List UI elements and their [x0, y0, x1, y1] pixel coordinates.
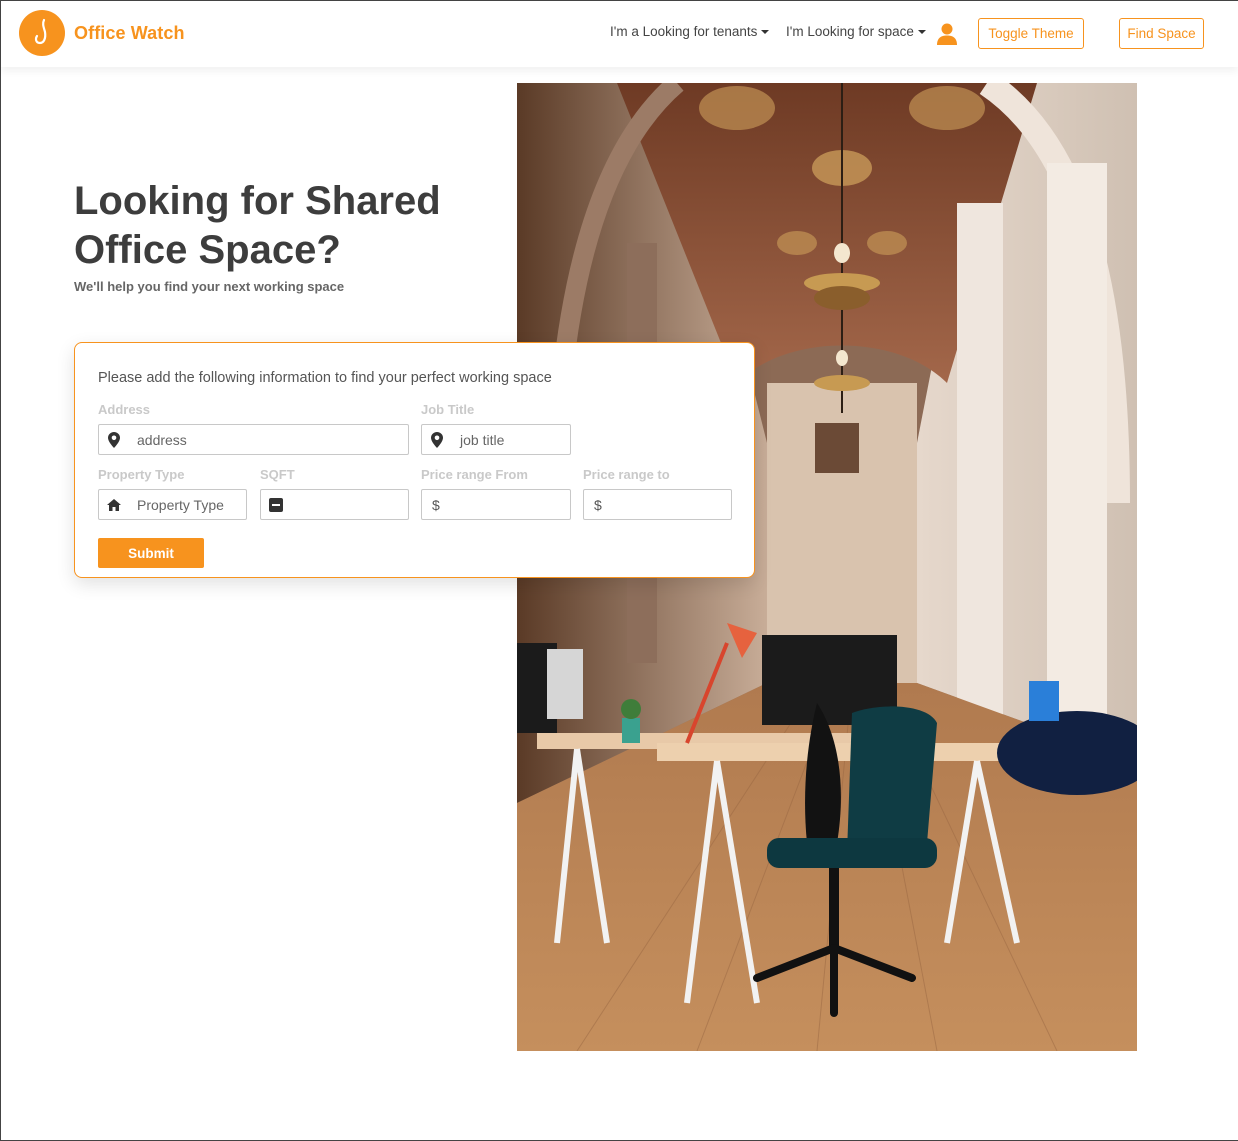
- find-space-label: Find Space: [1127, 26, 1196, 41]
- price-to-field[interactable]: $: [583, 489, 732, 520]
- hero-title: Looking for Shared Office Space?: [74, 177, 441, 275]
- brand-logo-icon: [19, 10, 65, 56]
- nav-dropdown-space[interactable]: I'm Looking for space: [786, 24, 926, 39]
- brand[interactable]: Office Watch: [19, 10, 185, 56]
- home-icon: [99, 490, 129, 519]
- find-space-button[interactable]: Find Space: [1119, 18, 1204, 49]
- minus-square-icon: [261, 490, 291, 519]
- hero-title-line1: Looking for Shared: [74, 179, 441, 223]
- nav-tenants-label: I'm a Looking for tenants: [610, 24, 758, 39]
- top-navbar: Office Watch I'm a Looking for tenants I…: [1, 1, 1238, 67]
- property-type-field[interactable]: Property Type: [98, 489, 247, 520]
- form-intro: Please add the following information to …: [98, 370, 552, 386]
- property-type-label: Property Type: [98, 467, 185, 482]
- map-pin-icon: [99, 425, 129, 454]
- address-placeholder: address: [137, 431, 187, 448]
- hero-subtitle: We'll help you find your next working sp…: [74, 279, 345, 294]
- user-icon[interactable]: [935, 22, 959, 46]
- map-pin-icon: [422, 425, 452, 454]
- price-from-label: Price range From: [421, 467, 528, 482]
- job-title-label: Job Title: [421, 402, 475, 417]
- job-title-placeholder: job title: [460, 431, 505, 448]
- sqft-label: SQFT: [260, 467, 295, 482]
- search-form-card: Please add the following information to …: [74, 342, 755, 578]
- hero-title-line2: Office Space?: [74, 228, 341, 272]
- property-type-placeholder: Property Type: [137, 496, 224, 513]
- address-field[interactable]: address: [98, 424, 409, 455]
- toggle-theme-button[interactable]: Toggle Theme: [978, 18, 1084, 49]
- nav-space-label: I'm Looking for space: [786, 24, 914, 39]
- submit-label: Submit: [128, 545, 174, 561]
- nav-dropdown-tenants[interactable]: I'm a Looking for tenants: [610, 24, 770, 39]
- price-to-label: Price range to: [583, 467, 670, 482]
- price-from-prefix: $: [432, 496, 440, 513]
- job-title-field[interactable]: job title: [421, 424, 571, 455]
- price-from-field[interactable]: $: [421, 489, 571, 520]
- brand-name: Office Watch: [74, 22, 185, 43]
- caret-down-icon: [761, 29, 770, 34]
- submit-button[interactable]: Submit: [98, 538, 204, 568]
- address-label: Address: [98, 402, 151, 417]
- toggle-theme-label: Toggle Theme: [988, 26, 1074, 41]
- caret-down-icon: [917, 29, 926, 34]
- price-to-prefix: $: [594, 496, 602, 513]
- sqft-field[interactable]: [260, 489, 409, 520]
